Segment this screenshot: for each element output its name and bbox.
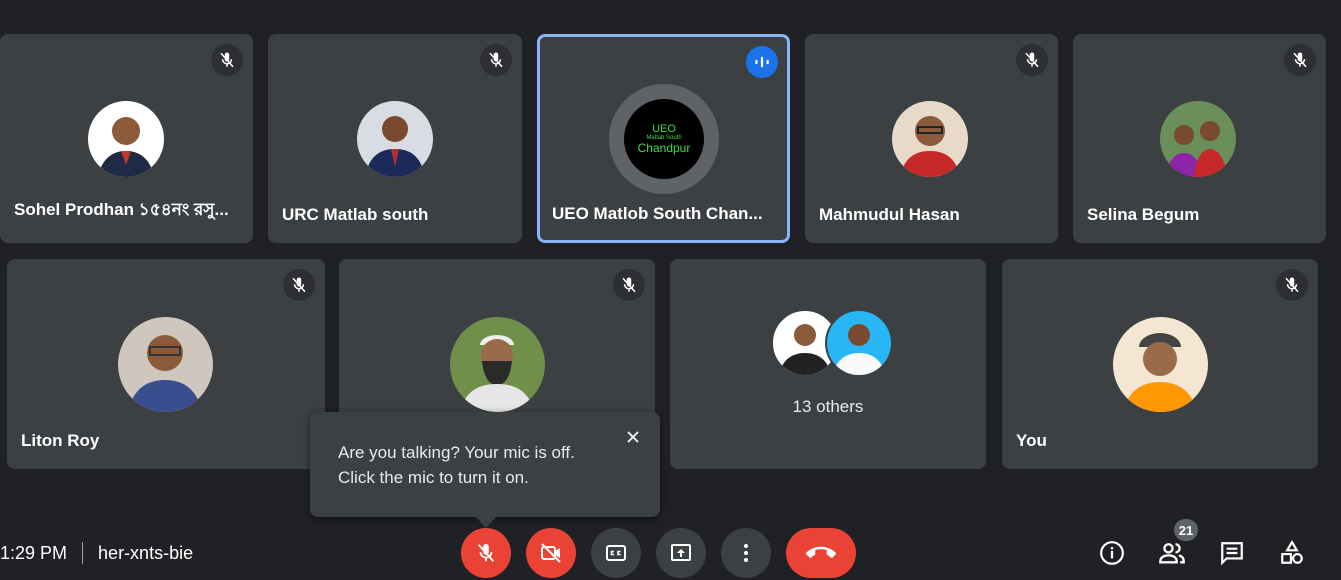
more-icon — [744, 544, 748, 562]
divider — [82, 542, 84, 564]
mic-off-icon — [613, 269, 645, 301]
avatar — [450, 317, 545, 412]
avatar-text-line1: UEO — [652, 123, 676, 135]
meeting-time: 1:29 PM — [0, 542, 68, 563]
participant-tile-you[interactable]: You — [1002, 259, 1318, 469]
mic-off-icon — [1016, 44, 1048, 76]
activities-icon — [1281, 540, 1303, 564]
captions-icon — [606, 545, 626, 561]
close-icon[interactable] — [620, 424, 646, 450]
participant-name: You — [1016, 431, 1047, 450]
meeting-code: her-xnts-bie — [98, 542, 194, 563]
participant-name: Mahmudul Hasan — [819, 205, 960, 224]
people-button[interactable] — [1155, 536, 1189, 570]
participant-tile-urc[interactable]: URC Matlab south — [268, 34, 522, 243]
participant-tile-others[interactable]: 13 others — [670, 259, 986, 469]
mic-off-icon — [477, 543, 495, 562]
speaking-icon — [746, 46, 778, 78]
participant-name: UEO Matlob South Chan... — [552, 204, 763, 223]
meeting-details: 1:29 PM her-xnts-bie — [0, 538, 193, 568]
avatar — [118, 317, 213, 412]
participant-name: Sohel Prodhan ১৫৪নং রসু... — [14, 200, 229, 219]
videocam-off-icon — [541, 543, 561, 563]
present-button[interactable] — [656, 528, 706, 578]
participant-name: URC Matlab south — [282, 205, 429, 224]
avatar: UEO Matlab South Chandpur — [609, 84, 719, 194]
mic-off-icon — [283, 269, 315, 301]
avatar — [1160, 101, 1236, 177]
tooltip-line-1: Are you talking? Your mic is off. — [338, 443, 575, 462]
avatar — [88, 101, 164, 177]
avatar-text-line3: Chandpur — [637, 141, 691, 155]
meeting-info-button[interactable] — [1095, 536, 1129, 570]
info-icon — [1100, 541, 1124, 565]
tooltip-line-2: Click the mic to turn it on. — [338, 468, 529, 487]
mic-off-icon — [1284, 44, 1316, 76]
participant-tile-mahmudul[interactable]: Mahmudul Hasan — [805, 34, 1058, 243]
more-options-button[interactable] — [721, 528, 771, 578]
participant-count-badge: 21 — [1174, 519, 1198, 541]
mic-toggle-button[interactable] — [461, 528, 511, 578]
participant-tile-liton[interactable]: Liton Roy — [7, 259, 325, 469]
avatar — [357, 101, 433, 177]
avatar — [1113, 317, 1208, 412]
activities-button[interactable] — [1275, 536, 1309, 570]
chat-icon — [1221, 542, 1243, 566]
mic-off-icon — [1276, 269, 1308, 301]
leave-call-button[interactable] — [786, 528, 856, 578]
captions-button[interactable] — [591, 528, 641, 578]
participant-tile-ueo[interactable]: UEO Matlab South Chandpur UEO Matlob Sou… — [537, 34, 790, 243]
participant-tile-sohel[interactable]: Sohel Prodhan ১৫৪নং রসু... — [0, 34, 253, 243]
mic-off-icon — [211, 44, 243, 76]
avatar — [825, 309, 893, 377]
hangup-icon — [806, 546, 836, 558]
mic-off-tooltip: Are you talking? Your mic is off. Click … — [310, 412, 660, 517]
participant-name: Liton Roy — [21, 431, 100, 450]
avatar — [892, 101, 968, 177]
chat-button[interactable] — [1215, 536, 1249, 570]
participant-name: Selina Begum — [1087, 205, 1200, 224]
camera-toggle-button[interactable] — [526, 528, 576, 578]
participant-tile-selina[interactable]: Selina Begum — [1073, 34, 1326, 243]
present-icon — [671, 544, 691, 561]
others-count: 13 others — [792, 397, 864, 416]
mic-off-icon — [480, 44, 512, 76]
tooltip-arrow — [475, 516, 497, 528]
people-icon — [1159, 543, 1185, 564]
